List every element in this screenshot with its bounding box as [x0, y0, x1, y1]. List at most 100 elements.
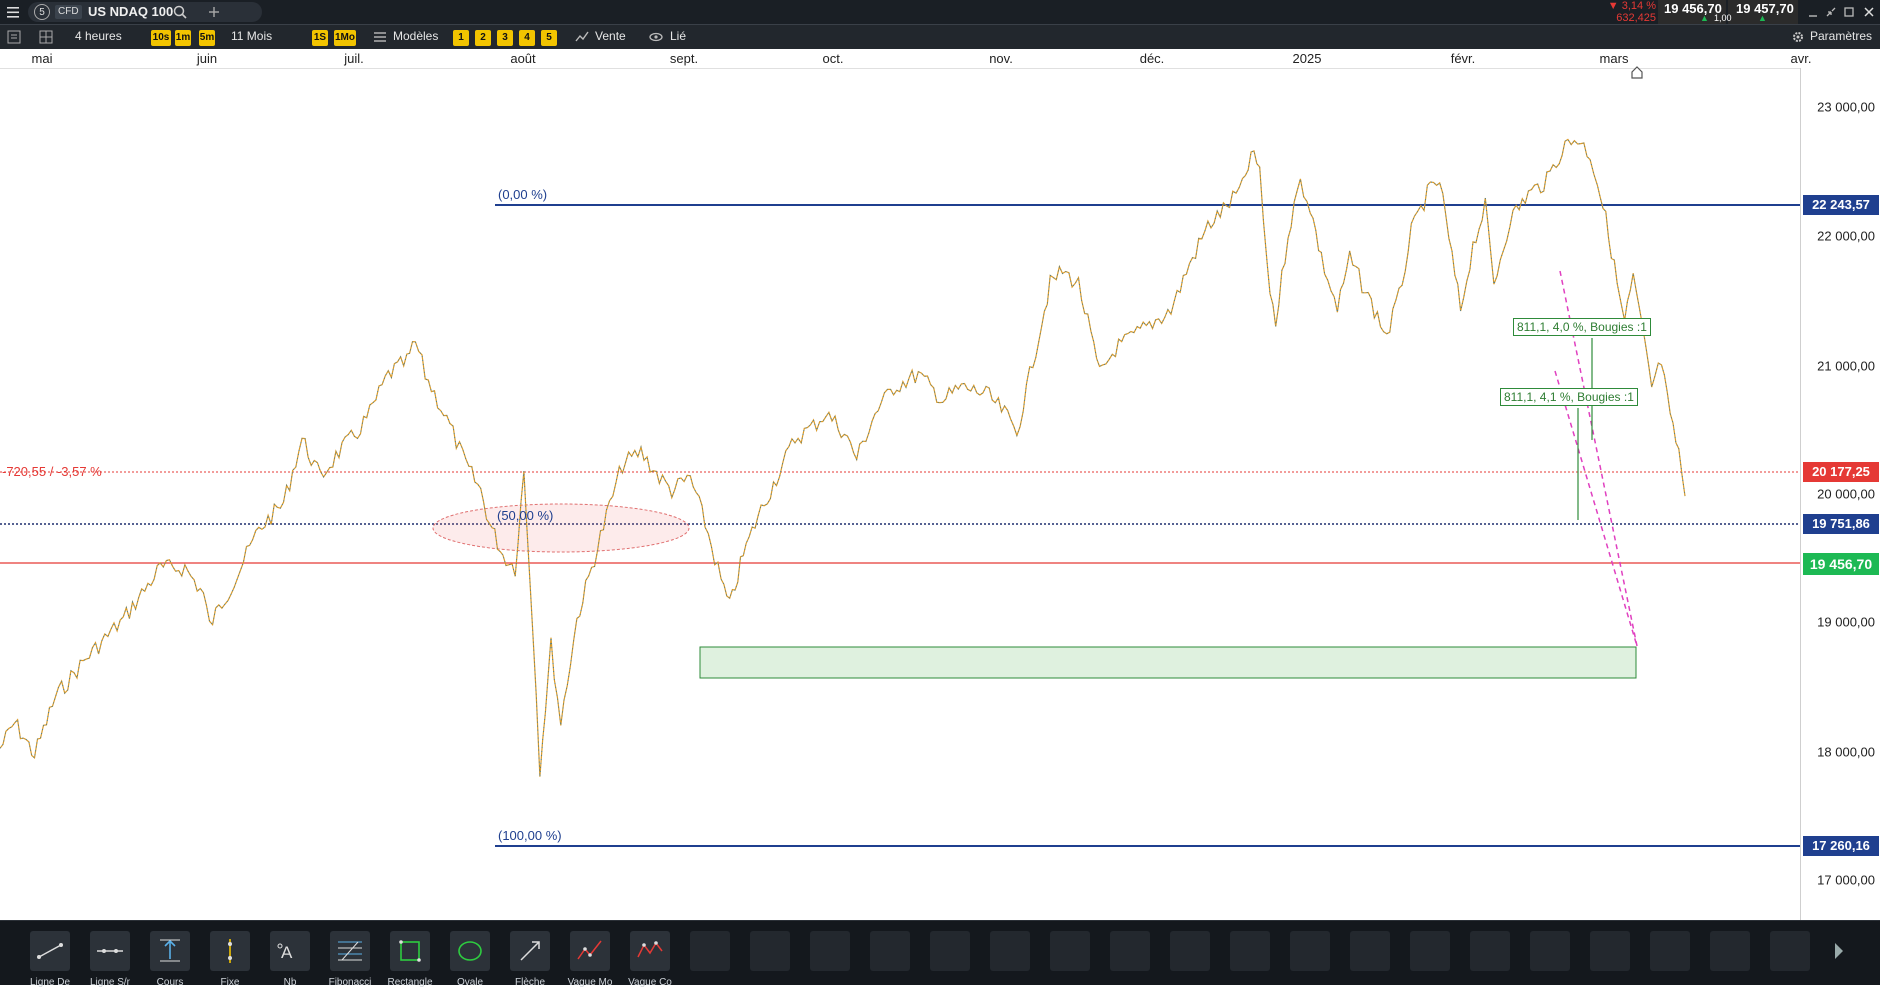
sell-button[interactable]: Vente	[595, 29, 626, 43]
tool-label: Rectangle	[387, 977, 433, 988]
spread-value: 1,00	[1714, 13, 1732, 23]
tool-label: Fibonacci	[328, 977, 372, 988]
up-triangle-icon: ▲	[1758, 13, 1767, 23]
measure-label-1[interactable]: 811,1, 4,0 %, Bougies :1	[1513, 318, 1651, 336]
tool-fixed-line[interactable]: Fixe	[210, 931, 250, 988]
empty-tool-slot[interactable]	[1530, 931, 1570, 971]
empty-tool-slot[interactable]	[1410, 931, 1450, 971]
tool-wave-motive[interactable]: Vague Mo	[568, 931, 612, 988]
empty-tool-slot[interactable]	[1170, 931, 1210, 971]
tool-label: Vague Mo	[567, 977, 613, 988]
tool-label: Vague Co	[628, 977, 672, 988]
tool-trend-line[interactable]: Ligne De	[30, 931, 70, 988]
settings-button[interactable]: Paramètres	[1810, 29, 1872, 43]
interval-1m-button[interactable]: 1m	[175, 30, 191, 46]
empty-tool-slot[interactable]	[1710, 931, 1750, 971]
month-label: mars	[1599, 51, 1629, 66]
current-date-marker-icon[interactable]	[1630, 65, 1644, 79]
preset-5-button[interactable]: 5	[541, 30, 557, 46]
interval-10s-button[interactable]: 10s	[151, 30, 171, 46]
chart-area[interactable]: (0,00 %) (50,00 %) (100,00 %) -720,55 / …	[0, 65, 1800, 920]
fibonacci-100-price-tag: 17 260,16	[1803, 836, 1879, 856]
price-axis-label: 20 000,00	[1817, 486, 1875, 502]
empty-tool-slot[interactable]	[1050, 931, 1090, 971]
templates-button[interactable]: Modèles	[393, 29, 438, 43]
tool-ellipse[interactable]: Ovale	[450, 931, 490, 988]
empty-tool-slot[interactable]	[690, 931, 730, 971]
link-icon	[648, 29, 664, 45]
tool-support-resistance[interactable]: Ligne S/r	[90, 931, 130, 988]
alert-price-tag[interactable]: 20 177,25	[1803, 462, 1879, 482]
trade-icon	[574, 29, 590, 45]
linked-button[interactable]: Lié	[670, 29, 686, 43]
empty-tool-slot[interactable]	[1230, 931, 1270, 971]
preset-3-button[interactable]: 3	[497, 30, 513, 46]
tool-wave-corrective[interactable]: Vague Co	[628, 931, 672, 988]
preset-2-button[interactable]: 2	[475, 30, 491, 46]
price-range-icon	[160, 939, 180, 962]
tool-label: Flèche	[514, 977, 545, 988]
empty-tool-slot[interactable]	[1590, 931, 1630, 971]
measure-label-2[interactable]: 811,1, 4,1 %, Bougies :1	[1500, 388, 1638, 406]
empty-tool-slot[interactable]	[870, 931, 910, 971]
window-title-bar: 5 CFD US NDAQ 100 ▼ 3,14 % 632,425 19 45…	[0, 0, 1880, 24]
search-icon[interactable]	[172, 4, 188, 20]
empty-tool-slot[interactable]	[930, 931, 970, 971]
collapse-icon[interactable]	[1822, 3, 1840, 21]
hamburger-menu-icon[interactable]	[4, 3, 22, 21]
list-view-icon[interactable]	[6, 29, 22, 45]
price-series	[0, 138, 1686, 777]
minimize-icon[interactable]	[1804, 3, 1822, 21]
ellipse-icon	[458, 941, 482, 961]
highlight-ellipse[interactable]	[432, 503, 690, 553]
tool-label: Nb	[283, 977, 297, 988]
empty-tool-slot[interactable]	[1770, 931, 1810, 971]
close-icon[interactable]	[1860, 3, 1878, 21]
price-chart[interactable]	[0, 68, 1800, 920]
templates-icon	[372, 29, 388, 45]
period-selector[interactable]: 11 Mois	[231, 29, 272, 43]
tool-arrow[interactable]: Flèche	[510, 931, 550, 988]
change-absolute: 632,425	[1616, 12, 1656, 24]
arrow-icon	[520, 941, 540, 961]
tool-text-note[interactable]: A Nb	[270, 931, 310, 988]
interval-selector[interactable]: 4 heures	[75, 29, 122, 43]
current-price-tag: 19 456,70	[1803, 553, 1879, 575]
fixed-line-icon	[228, 939, 232, 963]
layout-grid-icon[interactable]	[38, 29, 54, 45]
empty-tool-slot[interactable]	[990, 931, 1030, 971]
preset-1-button[interactable]: 1	[453, 30, 469, 46]
empty-tool-slot[interactable]	[1650, 931, 1690, 971]
price-axis-label: 22 000,00	[1817, 228, 1875, 244]
empty-tool-slot[interactable]	[1110, 931, 1150, 971]
toolbar-scroll-right-icon[interactable]	[1832, 941, 1846, 961]
instrument-type-badge: CFD	[55, 5, 82, 19]
tool-label: Cours	[156, 977, 184, 988]
plus-icon[interactable]	[205, 3, 223, 21]
month-label: juin	[196, 51, 218, 66]
change-percent: ▼ 3,14 %	[1607, 0, 1656, 12]
period-1mo-button[interactable]: 1Mo	[334, 30, 356, 46]
empty-tool-slot[interactable]	[810, 931, 850, 971]
price-axis[interactable]: 23 000,00 22 000,00 21 000,00 20 000,00 …	[1800, 68, 1880, 920]
price-series-candles	[0, 138, 1686, 777]
empty-tool-slot[interactable]	[1350, 931, 1390, 971]
tool-rectangle[interactable]: Rectangle	[387, 931, 433, 988]
instrument-tab[interactable]: 5 CFD US NDAQ 100	[28, 2, 262, 22]
preset-4-button[interactable]: 4	[519, 30, 535, 46]
support-zone-rectangle[interactable]	[699, 646, 1637, 679]
tool-price-range[interactable]: Cours	[150, 931, 190, 988]
svg-text:A: A	[281, 943, 293, 962]
empty-tool-slot[interactable]	[1290, 931, 1330, 971]
empty-tool-slot[interactable]	[1470, 931, 1510, 971]
trend-channel-lower[interactable]	[1554, 370, 1638, 647]
gear-icon	[1790, 29, 1806, 45]
period-1s-button[interactable]: 1S	[312, 30, 328, 46]
tool-fibonacci[interactable]: Fibonacci	[329, 931, 371, 988]
trend-line-icon	[37, 943, 63, 959]
empty-tool-slot[interactable]	[750, 931, 790, 971]
tool-label: Ligne S/r	[89, 977, 131, 988]
expand-icon[interactable]	[1840, 3, 1858, 21]
interval-5m-button[interactable]: 5m	[199, 30, 215, 46]
wave-corrective-icon	[637, 941, 663, 958]
